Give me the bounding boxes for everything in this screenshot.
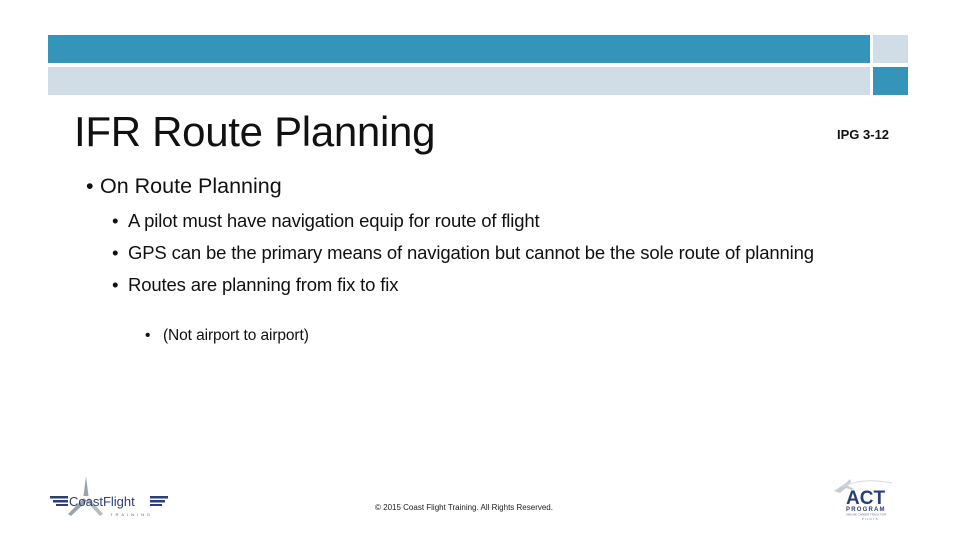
logo-wordmark: CoastFlight: [69, 494, 135, 509]
coastflight-logo: CoastFlight TRAINING: [50, 476, 168, 517]
bullet-level3: • (Not airport to airport): [145, 327, 309, 345]
wing-left-icon: [50, 496, 68, 506]
bullet-text: GPS can be the primary means of navigati…: [128, 242, 814, 263]
bullet-icon: •: [112, 274, 119, 295]
header-bar-top-end-square: [873, 35, 908, 63]
act-program-logo: ACT PROGRAM AIRLINE CAREER TRACK FOR PIL…: [834, 479, 893, 521]
bullet-level1: • On Route Planning: [86, 174, 282, 199]
header-bar-secondary-end-square: [873, 67, 908, 95]
wing-right-icon: [150, 496, 168, 506]
copyright-footer: © 2015 Coast Flight Training. All Rights…: [375, 503, 553, 512]
bullet-icon: •: [112, 210, 119, 231]
bullet-text: (Not airport to airport): [163, 327, 309, 344]
logo-tagline-2: PILOTS: [862, 517, 879, 521]
bullet-icon: •: [145, 327, 151, 344]
logo-wordmark: ACT: [846, 488, 885, 509]
bullet-list-level2: • A pilot must have navigation equip for …: [112, 208, 882, 304]
header-bar-secondary: [48, 67, 870, 95]
bullet-icon: •: [86, 174, 94, 198]
logo-subtitle: TRAINING: [110, 512, 153, 517]
bullet-text: A pilot must have navigation equip for r…: [128, 210, 540, 231]
bullet-text: On Route Planning: [100, 174, 282, 198]
bullet-level2: • GPS can be the primary means of navigat…: [112, 240, 882, 266]
header-bar-top: [48, 35, 870, 63]
logo-tagline: AIRLINE CAREER TRACK FOR: [846, 513, 886, 517]
reference-label: IPG 3-12: [837, 127, 890, 142]
bullet-text: Routes are planning from fix to fix: [128, 274, 399, 295]
slide-title: IFR Route Planning: [74, 108, 436, 155]
bullet-level2: • Routes are planning from fix to fix: [112, 272, 882, 298]
bullet-icon: •: [112, 242, 119, 263]
bullet-level2: • A pilot must have navigation equip for …: [112, 208, 882, 234]
